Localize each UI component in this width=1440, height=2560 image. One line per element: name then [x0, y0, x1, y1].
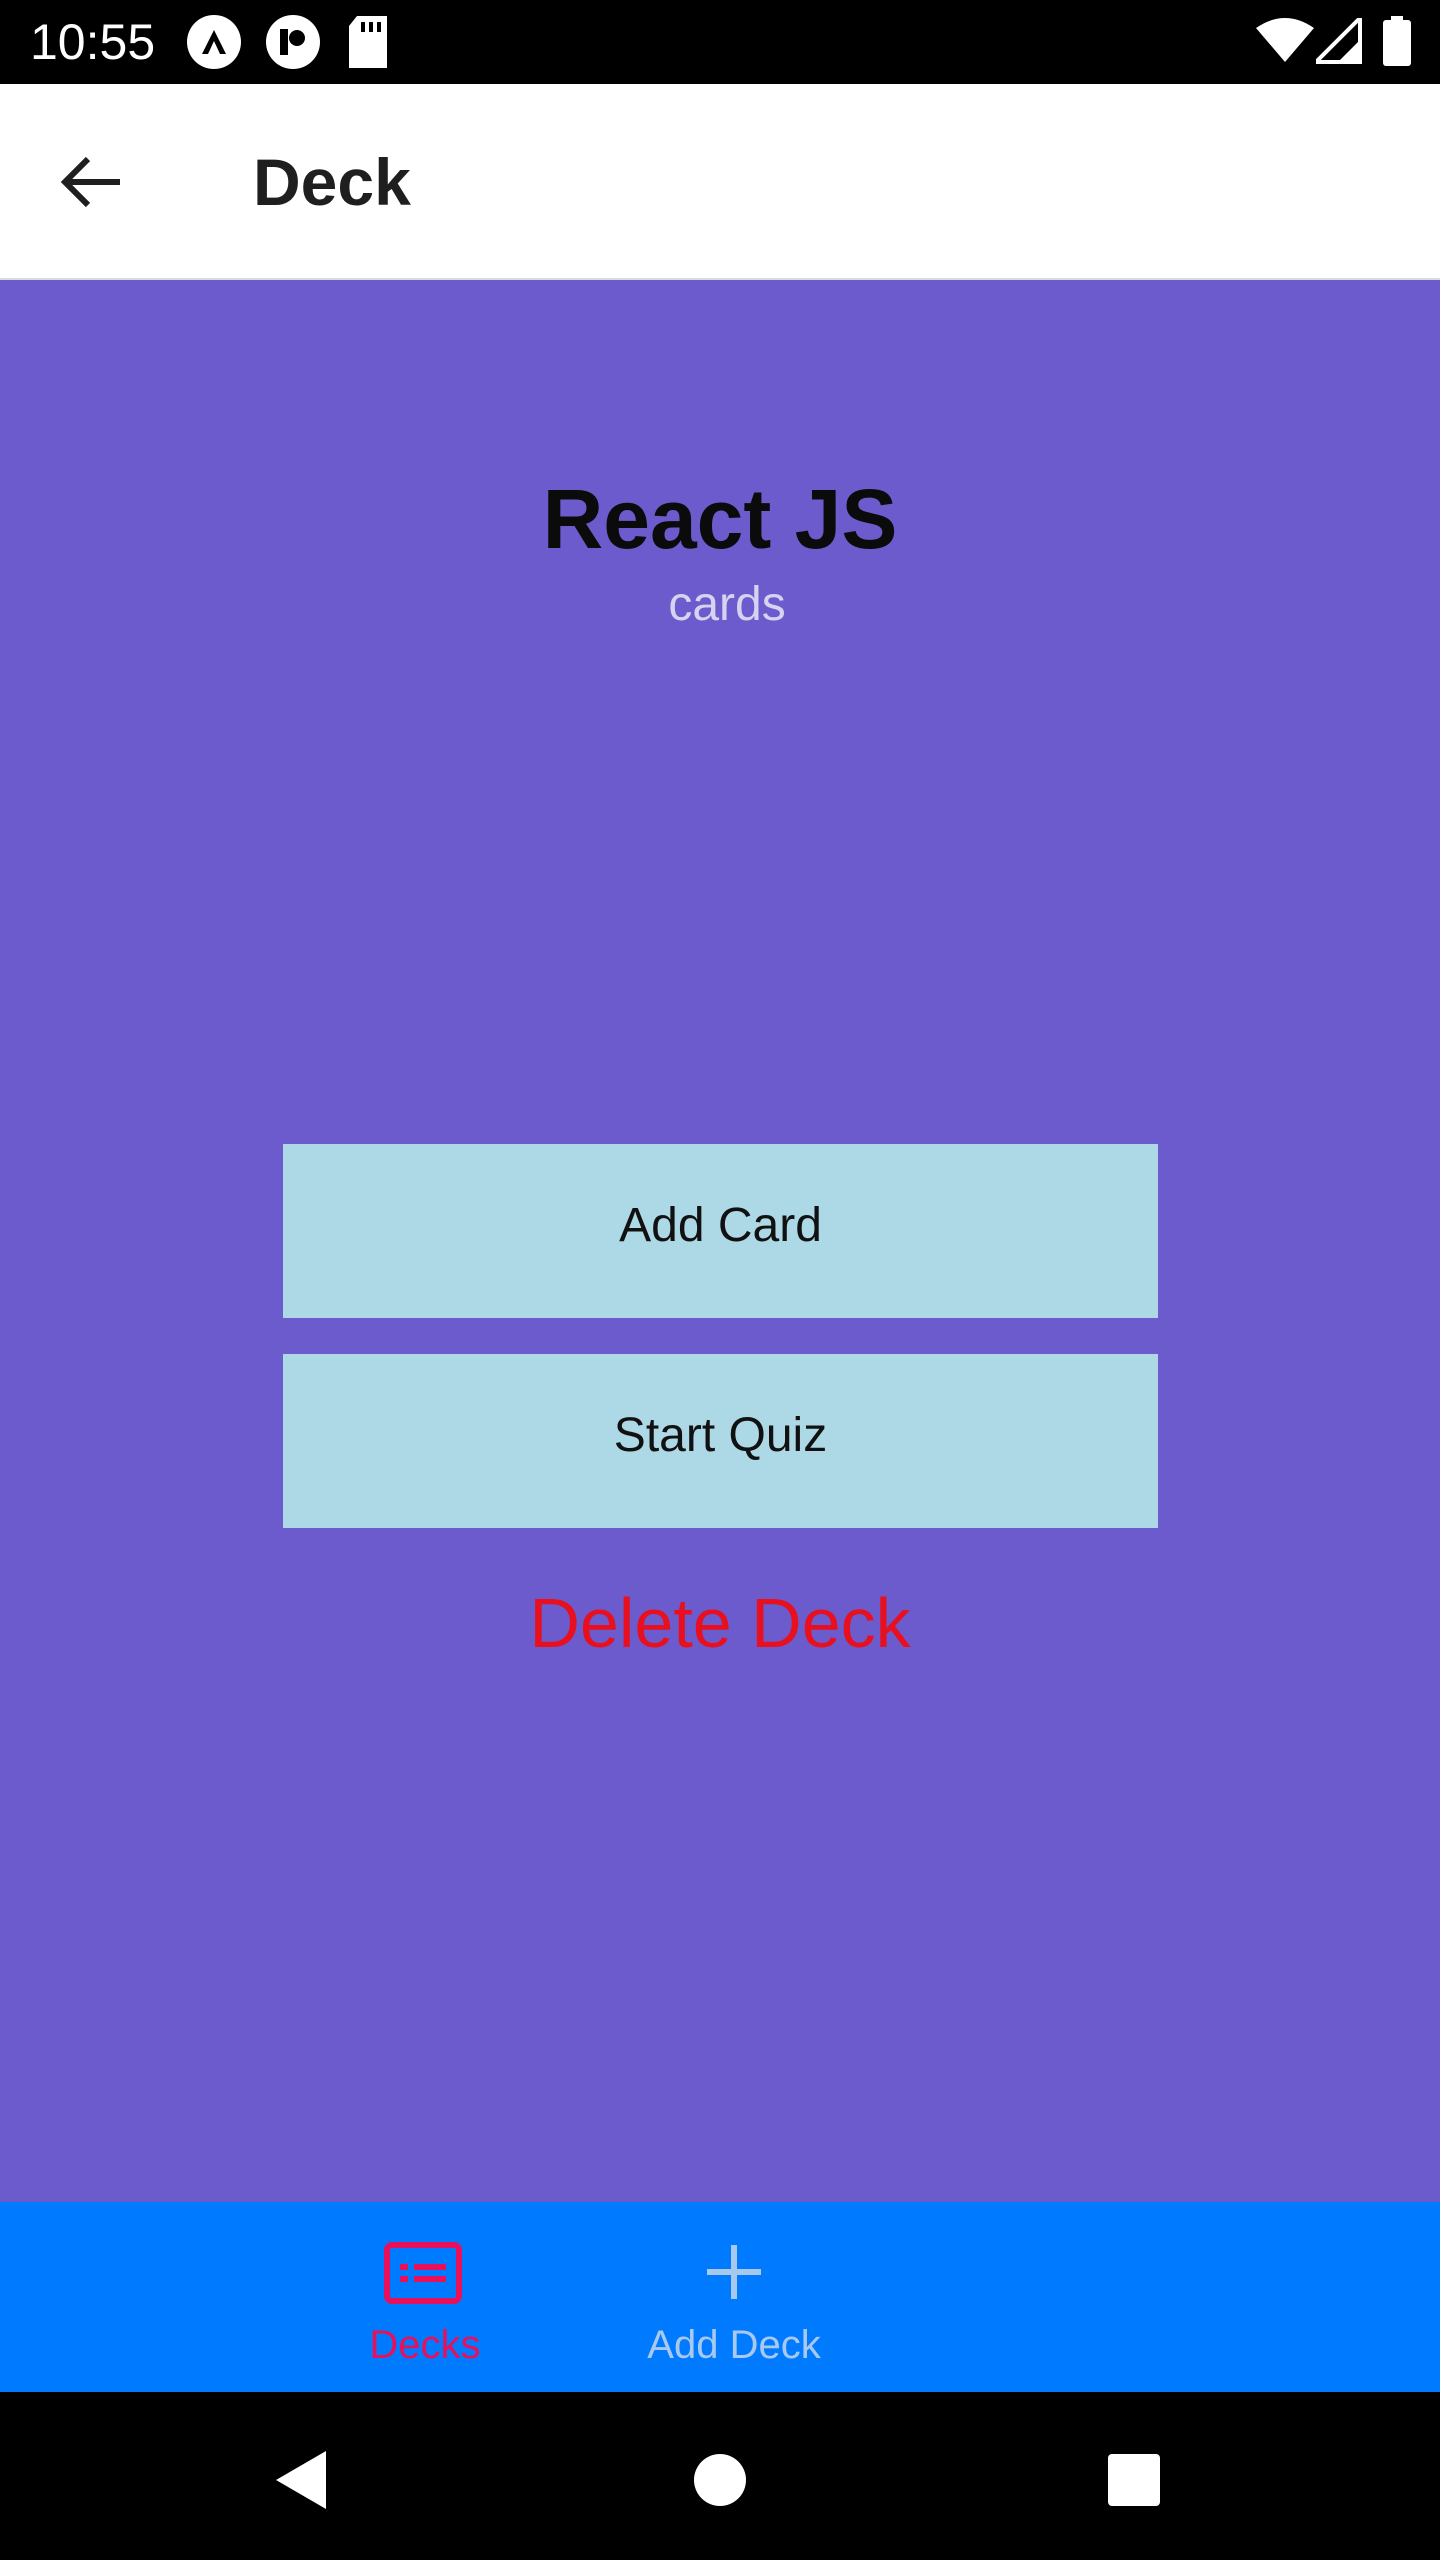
add-card-label: Add Card	[619, 1198, 822, 1252]
screen: 10:55 Deck React JS cards Add Card Start…	[0, 0, 1440, 2560]
back-button[interactable]	[42, 134, 142, 234]
plus-icon	[704, 2242, 764, 2307]
system-nav-bar	[0, 2392, 1440, 2560]
nav-back-button[interactable]	[250, 2432, 350, 2532]
nav-home-button[interactable]	[670, 2432, 770, 2532]
tab-add-deck[interactable]: Add Deck	[647, 2202, 1440, 2392]
back-triangle-icon	[272, 2449, 328, 2516]
notification-a-icon	[186, 14, 242, 75]
signal-icon	[1311, 13, 1362, 69]
tab-add-deck-label: Add Deck	[647, 2323, 821, 2367]
arrow-left-icon	[60, 154, 124, 215]
recents-square-icon	[1107, 2453, 1161, 2512]
deck-title: React JS	[542, 472, 898, 566]
status-bar: 10:55	[0, 0, 1440, 84]
sd-card-icon	[347, 14, 389, 75]
page-title: Deck	[253, 145, 411, 219]
wifi-icon	[1256, 18, 1314, 69]
battery-icon	[1383, 16, 1411, 71]
deck-card-count: cards	[668, 578, 786, 631]
delete-deck-button[interactable]: Delete Deck	[0, 1580, 1440, 1666]
status-time: 10:55	[30, 14, 156, 70]
deck-detail: React JS cards Add Card Start Quiz Delet…	[0, 280, 1440, 2202]
notification-b-icon	[265, 14, 321, 75]
start-quiz-label: Start Quiz	[613, 1408, 828, 1462]
add-card-button[interactable]: Add Card	[283, 1144, 1158, 1318]
bottom-tab-bar: Decks Add Deck	[0, 2202, 1440, 2392]
start-quiz-button[interactable]: Start Quiz	[283, 1354, 1158, 1528]
home-circle-icon	[693, 2453, 747, 2512]
nav-recents-button[interactable]	[1084, 2432, 1184, 2532]
app-header: Deck	[0, 84, 1440, 280]
